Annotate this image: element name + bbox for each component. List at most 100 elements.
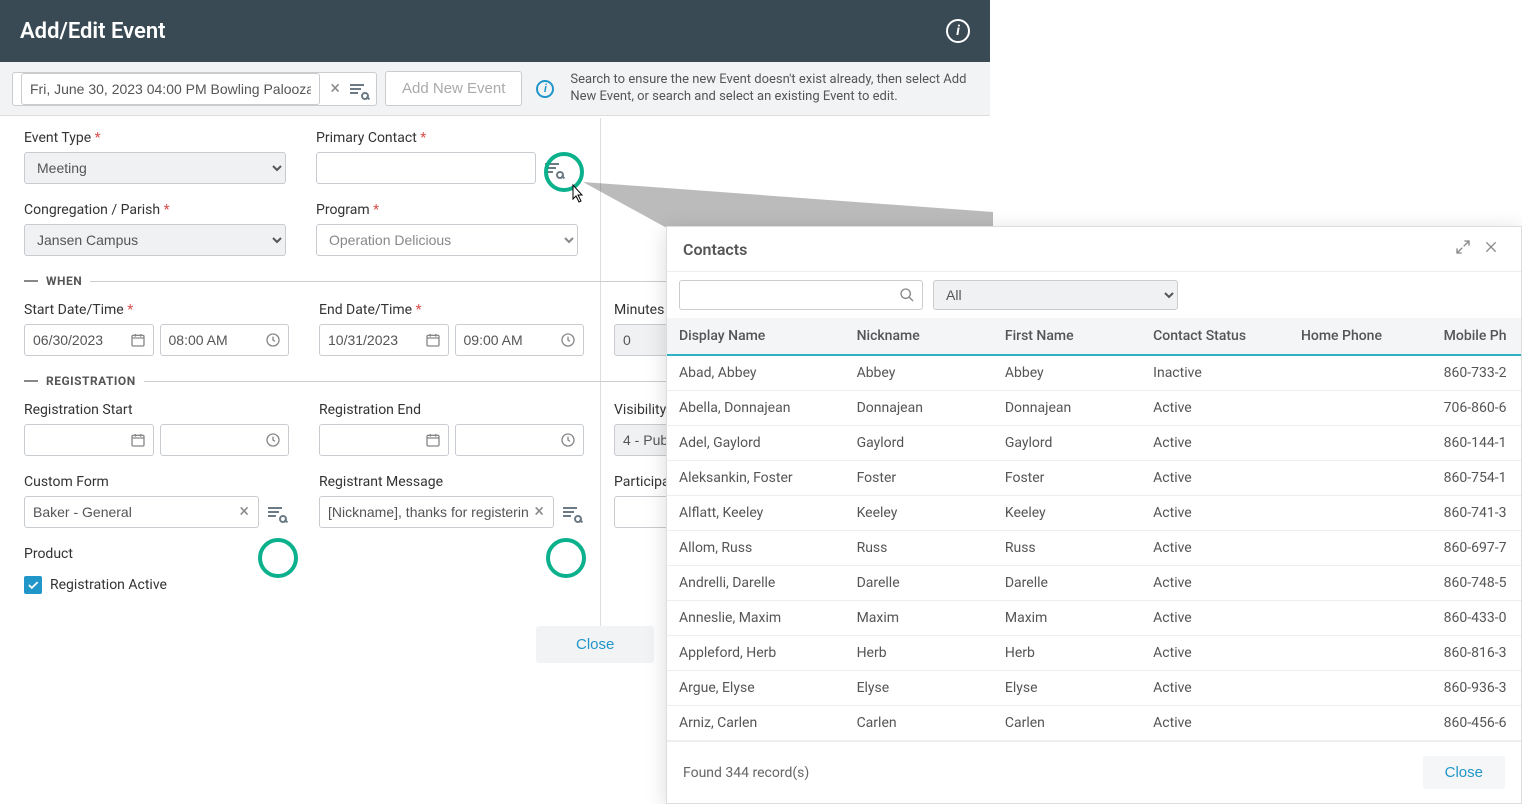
registration-active-label: Registration Active — [50, 577, 167, 593]
contacts-cell: Active — [1141, 706, 1289, 741]
contacts-cell: Arniz, Carlen — [667, 706, 845, 741]
contacts-column-header[interactable]: Contact Status — [1141, 318, 1289, 355]
contacts-cell: 860-144-1 — [1432, 426, 1521, 461]
contacts-cell: Active — [1141, 426, 1289, 461]
dialog-header: Add/Edit Event i — [0, 0, 990, 62]
contacts-table-row[interactable]: Anneslie, MaximMaximMaximActive860-433-0 — [667, 601, 1521, 636]
registrant-message-lookup-icon[interactable] — [560, 500, 584, 524]
clear-search-icon[interactable]: × — [326, 78, 344, 99]
primary-contact-input[interactable] — [316, 152, 536, 184]
clock-icon[interactable] — [265, 432, 281, 448]
contacts-cell: 860-936-3 — [1432, 671, 1521, 706]
contacts-cell: Abad, Abbey — [667, 355, 845, 391]
search-list-icon[interactable] — [350, 80, 368, 98]
registrant-message-label: Registrant Message — [319, 474, 584, 490]
contacts-table-row[interactable]: Andrelli, DarelleDarelleDarelleActive860… — [667, 566, 1521, 601]
contacts-cell: Elyse — [993, 671, 1141, 706]
contacts-cell: 860-433-0 — [1432, 601, 1521, 636]
contacts-cell: Inactive — [1141, 355, 1289, 391]
registration-end-label: Registration End — [319, 402, 584, 418]
contacts-column-header[interactable]: Home Phone — [1289, 318, 1432, 355]
info-icon[interactable]: i — [536, 80, 554, 98]
event-type-select[interactable]: Meeting — [24, 152, 286, 184]
calendar-icon[interactable] — [130, 332, 146, 348]
info-icon[interactable]: i — [946, 19, 970, 43]
custom-form-input[interactable] — [24, 496, 259, 528]
contacts-cell: Darelle — [845, 566, 993, 601]
event-search-chip[interactable]: × — [12, 72, 377, 106]
event-type-label: Event Type * — [24, 130, 286, 146]
custom-form-lookup-icon[interactable] — [265, 500, 289, 524]
contacts-cell: Active — [1141, 636, 1289, 671]
contacts-cell — [1289, 426, 1432, 461]
contacts-column-header[interactable]: Nickname — [845, 318, 993, 355]
contacts-table-row[interactable]: Appleford, HerbHerbHerbActive860-816-3 — [667, 636, 1521, 671]
contacts-cell: Russ — [845, 531, 993, 566]
clear-registrant-message-icon[interactable]: × — [530, 501, 548, 522]
contacts-cell: Adel, Gaylord — [667, 426, 845, 461]
contacts-cell: Keeley — [845, 496, 993, 531]
contacts-cell: Anneslie, Maxim — [667, 601, 845, 636]
contacts-cell: Gaylord — [993, 426, 1141, 461]
contacts-toolbar: All — [667, 272, 1521, 318]
clock-icon[interactable] — [560, 432, 576, 448]
contacts-cell: Active — [1141, 566, 1289, 601]
calendar-icon[interactable] — [425, 432, 441, 448]
clock-icon[interactable] — [560, 332, 576, 348]
contacts-table-row[interactable]: Allom, RussRussRussActive860-697-7 — [667, 531, 1521, 566]
close-icon[interactable] — [1477, 239, 1505, 259]
contacts-column-header[interactable]: Display Name — [667, 318, 845, 355]
contacts-column-header[interactable]: First Name — [993, 318, 1141, 355]
contacts-table-row[interactable]: Alflatt, KeeleyKeeleyKeeleyActive860-741… — [667, 496, 1521, 531]
calendar-icon[interactable] — [130, 432, 146, 448]
contacts-table-row[interactable]: Abad, AbbeyAbbeyAbbeyInactive860-733-2 — [667, 355, 1521, 391]
contacts-cell — [1289, 636, 1432, 671]
contacts-search-input[interactable] — [679, 280, 923, 310]
contacts-cell — [1289, 601, 1432, 636]
contacts-table-row[interactable]: Argue, ElyseElyseElyseActive860-936-3 — [667, 671, 1521, 706]
primary-contact-lookup-icon[interactable] — [542, 156, 566, 180]
custom-form-label: Custom Form — [24, 474, 289, 490]
contacts-cell: Herb — [993, 636, 1141, 671]
contacts-close-button[interactable]: Close — [1423, 756, 1505, 789]
contacts-cell: 706-860-6 — [1432, 391, 1521, 426]
contacts-column-header[interactable]: Mobile Ph — [1432, 318, 1521, 355]
contacts-cell: Alflatt, Keeley — [667, 496, 845, 531]
registrant-message-input[interactable] — [319, 496, 554, 528]
contacts-table-row[interactable]: Aleksankin, FosterFosterFosterActive860-… — [667, 461, 1521, 496]
contacts-cell — [1289, 531, 1432, 566]
contacts-title: Contacts — [683, 240, 1449, 259]
contacts-table-row[interactable]: Adel, GaylordGaylordGaylordActive860-144… — [667, 426, 1521, 461]
contacts-cell: 860-697-7 — [1432, 531, 1521, 566]
product-label: Product — [24, 546, 286, 562]
contacts-header: Contacts — [667, 227, 1521, 272]
contacts-cell: Darelle — [993, 566, 1141, 601]
contacts-table: Display NameNicknameFirst NameContact St… — [667, 318, 1521, 741]
contacts-cell: Active — [1141, 391, 1289, 426]
contacts-cell: Foster — [993, 461, 1141, 496]
close-button[interactable]: Close — [536, 626, 654, 663]
add-new-event-button[interactable]: Add New Event — [385, 71, 522, 106]
contacts-footer: Found 344 record(s) Close — [667, 741, 1521, 803]
contacts-table-row[interactable]: Arniz, CarlenCarlenCarlenActive860-456-6 — [667, 706, 1521, 741]
program-select[interactable]: Operation Delicious — [316, 224, 578, 256]
registration-active-checkbox[interactable] — [24, 576, 42, 594]
contacts-cell: Allom, Russ — [667, 531, 845, 566]
congregation-label: Congregation / Parish * — [24, 202, 286, 218]
contacts-cell: Abella, Donnajean — [667, 391, 845, 426]
search-icon[interactable] — [899, 287, 915, 303]
contacts-lookup-panel: Contacts All Display NameNicknameFirst N… — [666, 226, 1522, 804]
event-search-input[interactable] — [21, 73, 320, 105]
congregation-select[interactable]: Jansen Campus — [24, 224, 286, 256]
registration-start-label: Registration Start — [24, 402, 289, 418]
contacts-cell: Donnajean — [993, 391, 1141, 426]
clock-icon[interactable] — [265, 332, 281, 348]
calendar-icon[interactable] — [425, 332, 441, 348]
contacts-cell — [1289, 461, 1432, 496]
contacts-cell: Appleford, Herb — [667, 636, 845, 671]
contacts-cell: Andrelli, Darelle — [667, 566, 845, 601]
clear-custom-form-icon[interactable]: × — [235, 501, 253, 522]
contacts-filter-select[interactable]: All — [933, 280, 1178, 310]
expand-icon[interactable] — [1449, 239, 1477, 259]
contacts-table-row[interactable]: Abella, DonnajeanDonnajeanDonnajeanActiv… — [667, 391, 1521, 426]
